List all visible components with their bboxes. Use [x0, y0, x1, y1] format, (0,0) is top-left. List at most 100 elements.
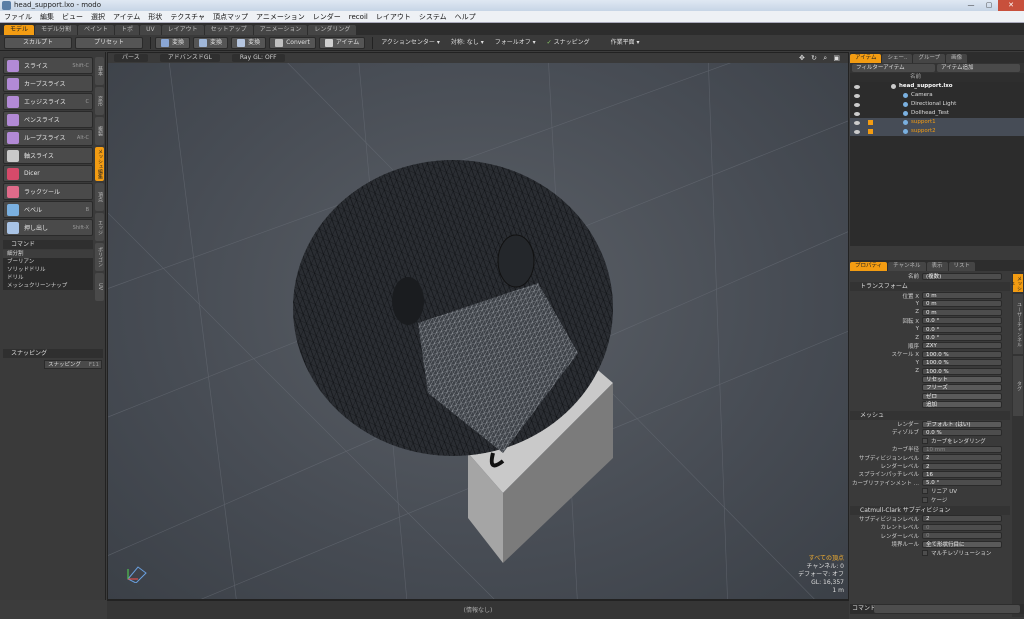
- tool-category-tab[interactable]: 頂点: [95, 183, 104, 211]
- property-checkbox[interactable]: [922, 437, 928, 444]
- mode-tab[interactable]: トポ: [115, 25, 140, 35]
- item-row[interactable]: Directional Light: [850, 100, 1024, 109]
- tool-category-tab[interactable]: 変形: [95, 87, 104, 115]
- viewport-tab[interactable]: アドバンスドGL: [159, 54, 220, 62]
- mode-tab[interactable]: モデル: [4, 25, 35, 35]
- lock-icon[interactable]: [868, 129, 873, 134]
- menu-item[interactable]: recoil: [345, 11, 372, 23]
- command-item[interactable]: ドリル: [3, 274, 93, 282]
- items-tab[interactable]: アイテム: [850, 54, 882, 63]
- filter-items-dropdown[interactable]: フィルターアイテム: [852, 64, 935, 72]
- menu-item[interactable]: レンダー: [309, 11, 345, 23]
- tool-button[interactable]: ベベル B: [3, 201, 93, 218]
- command-item[interactable]: 細分割: [3, 250, 93, 258]
- item-row[interactable]: Camera: [850, 91, 1024, 100]
- sculpt-button[interactable]: スカルプト: [4, 36, 73, 49]
- viewport-tab[interactable]: Ray GL: OFF: [231, 54, 285, 62]
- property-value-field[interactable]: 5.0 °: [922, 479, 1002, 487]
- mode-tab[interactable]: ペイント: [78, 25, 115, 35]
- workplane-dropdown[interactable]: 作業平面 ▾: [607, 37, 644, 49]
- mode-tab[interactable]: レイアウト: [161, 25, 204, 35]
- properties-tab[interactable]: プロパティ: [850, 262, 888, 271]
- properties-tab[interactable]: リスト: [948, 262, 976, 271]
- property-value-field[interactable]: 100.0 %: [922, 359, 1002, 367]
- property-value-field[interactable]: 0 m: [922, 300, 1002, 308]
- menu-item[interactable]: アニメーション: [252, 11, 309, 23]
- lock-icon[interactable]: [868, 93, 873, 98]
- properties-side-tab[interactable]: メッシュ: [1009, 274, 1023, 292]
- close-icon[interactable]: ✕: [998, 0, 1024, 11]
- tool-button[interactable]: ペンスライス: [3, 111, 93, 128]
- tool-button[interactable]: 軸スライス: [3, 147, 93, 164]
- viewport-canvas[interactable]: [108, 53, 849, 600]
- tool-button[interactable]: カーブスライス: [3, 75, 93, 92]
- transform-button-2[interactable]: 変換: [193, 36, 229, 49]
- properties-side-tab[interactable]: ユーザーチャンネル: [1013, 294, 1023, 354]
- mesh-section-header[interactable]: メッシュ: [850, 410, 1010, 420]
- transform-action-button[interactable]: ゼロ: [922, 392, 1002, 400]
- property-checkbox[interactable]: [922, 549, 928, 556]
- command-line-input[interactable]: [874, 605, 1020, 613]
- add-item-dropdown[interactable]: アイテム追加: [937, 64, 1020, 72]
- action-center-dropdown[interactable]: アクションセンター ▾: [377, 37, 444, 49]
- menu-item[interactable]: システム: [415, 11, 451, 23]
- tool-button[interactable]: エッジスライス C: [3, 93, 93, 110]
- mode-tab[interactable]: アニメーション: [253, 25, 308, 35]
- properties-side-tab[interactable]: タグ: [1013, 356, 1023, 416]
- item-row[interactable]: head_support.lxo: [850, 82, 1024, 91]
- property-value-field[interactable]: デフォルト (はい): [922, 420, 1002, 428]
- menu-item[interactable]: ヘルプ: [451, 11, 480, 23]
- lock-icon[interactable]: [868, 102, 873, 107]
- command-item[interactable]: ブーリアン: [3, 258, 93, 266]
- tool-category-tab[interactable]: 複製: [95, 117, 104, 145]
- transform-section-header[interactable]: トランスフォーム: [850, 282, 1010, 292]
- minimize-icon[interactable]: —: [962, 0, 980, 11]
- property-value-field[interactable]: 0: [922, 523, 1002, 531]
- property-value-field[interactable]: 0 m: [922, 308, 1002, 316]
- 3d-viewport[interactable]: パース アドバンスドGL Ray GL: OFF ✥ ↻ ⌕ ▣ すべての頂点 チャ…: [107, 52, 849, 600]
- property-value-field[interactable]: 0.0 °: [922, 317, 1002, 325]
- command-item[interactable]: ソリッドドリル: [3, 266, 93, 274]
- property-value-field[interactable]: 2: [922, 515, 1002, 523]
- visibility-eye-icon[interactable]: [854, 120, 860, 125]
- menu-item[interactable]: テクスチャ: [166, 11, 209, 23]
- mode-tab[interactable]: UV: [140, 25, 161, 35]
- visibility-eye-icon[interactable]: [854, 129, 860, 134]
- catmull-clark-section-header[interactable]: Catmull-Clark サブディビジョン: [850, 505, 1010, 515]
- items-tab[interactable]: グループ: [913, 54, 946, 63]
- lock-icon[interactable]: [868, 84, 873, 89]
- transform-button-3[interactable]: 変換: [231, 36, 267, 49]
- properties-tab[interactable]: チャンネル: [888, 262, 926, 271]
- mode-tab[interactable]: セットアップ: [204, 25, 253, 35]
- menu-item[interactable]: 形状: [144, 11, 166, 23]
- menu-item[interactable]: ビュー: [58, 11, 87, 23]
- property-value-field[interactable]: 16: [922, 470, 1002, 478]
- items-tab[interactable]: 画像: [946, 54, 968, 63]
- transform-action-button[interactable]: 追加: [922, 401, 1002, 409]
- preset-button[interactable]: プリセット: [75, 36, 144, 49]
- menu-item[interactable]: 頂点マップ: [209, 11, 252, 23]
- snapping-button[interactable]: スナッピング F11: [44, 360, 102, 369]
- falloff-dropdown[interactable]: フォールオフ ▾: [491, 37, 540, 49]
- item-mode-button[interactable]: アイテム: [318, 36, 366, 49]
- tool-category-tab[interactable]: UV: [95, 273, 104, 301]
- transform-action-button[interactable]: リセット: [922, 375, 1002, 383]
- snapping-header[interactable]: スナッピング: [3, 349, 103, 358]
- property-value-field[interactable]: 0.0 °: [922, 325, 1002, 333]
- visibility-eye-icon[interactable]: [854, 84, 860, 89]
- menu-item[interactable]: ファイル: [0, 11, 36, 23]
- tool-button[interactable]: 押し出し Shift-X: [3, 219, 93, 236]
- command-item[interactable]: メッシュクリーンナップ: [3, 282, 93, 290]
- tool-category-tab[interactable]: 基本: [95, 57, 104, 85]
- properties-tab[interactable]: 表示: [926, 262, 948, 271]
- lock-icon[interactable]: [868, 111, 873, 116]
- viewport-tab[interactable]: パース: [114, 54, 148, 62]
- viewport-nav-icons[interactable]: ✥ ↻ ⌕ ▣: [799, 54, 842, 63]
- items-tab[interactable]: シェー..: [882, 54, 913, 63]
- mode-tab[interactable]: モデル分割: [35, 25, 78, 35]
- item-row[interactable]: support2: [850, 127, 1024, 136]
- property-value-field[interactable]: 10 mm: [922, 445, 1002, 453]
- menu-item[interactable]: 編集: [36, 11, 58, 23]
- lock-icon[interactable]: [868, 120, 873, 125]
- tool-button[interactable]: ラックツール: [3, 183, 93, 200]
